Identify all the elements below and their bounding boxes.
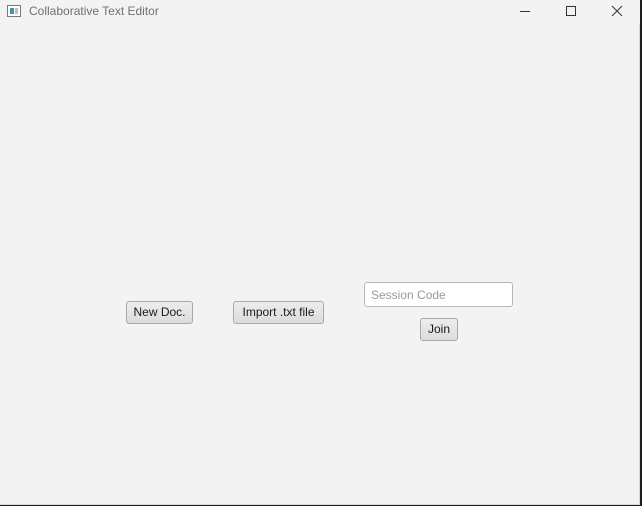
app-icon [7, 5, 21, 17]
app-window: Collaborative Text Editor New Doc. Impor… [0, 0, 640, 505]
session-code-input[interactable] [364, 282, 513, 307]
join-button[interactable]: Join [420, 318, 458, 341]
title-bar[interactable]: Collaborative Text Editor [0, 0, 640, 24]
window-title: Collaborative Text Editor [29, 4, 159, 18]
close-icon [611, 6, 623, 17]
new-doc-button[interactable]: New Doc. [126, 301, 193, 324]
minimize-button[interactable] [502, 0, 548, 24]
import-txt-button[interactable]: Import .txt file [233, 301, 324, 324]
maximize-icon [566, 6, 576, 16]
close-button[interactable] [594, 0, 640, 24]
minimize-icon [520, 11, 530, 12]
maximize-button[interactable] [548, 0, 594, 24]
